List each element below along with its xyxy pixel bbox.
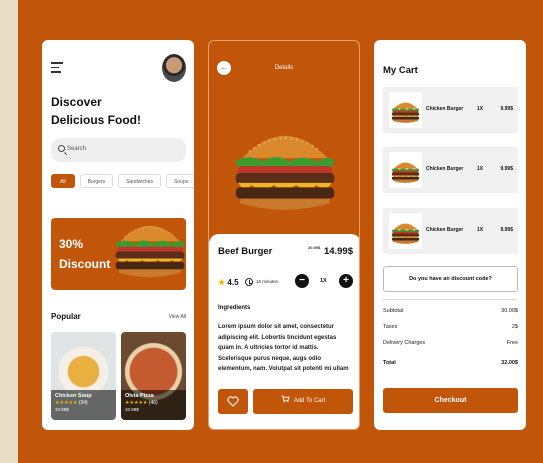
delivery-row: Delivery Charges Free bbox=[383, 340, 518, 346]
details-screen: ← Details Beef Burger 20.99$ 14.99$ ★ 4.… bbox=[208, 40, 360, 430]
star-rating: ★★★★★ (46) bbox=[125, 400, 182, 406]
view-all-link[interactable]: View All bbox=[169, 314, 186, 320]
taxes-value: 2$ bbox=[511, 324, 518, 330]
taxes-label: Taxes bbox=[383, 324, 398, 330]
rating-value: 4.5 bbox=[227, 278, 239, 287]
card-price: 10.99$ bbox=[55, 407, 69, 412]
cart-item-qty: 1X bbox=[477, 166, 484, 172]
cart-item-image bbox=[389, 152, 422, 188]
prep-time: 15 minutes bbox=[256, 279, 279, 284]
quantity-value: 1X bbox=[320, 278, 327, 284]
burger-image bbox=[234, 134, 336, 211]
hamburger-menu-icon[interactable] bbox=[51, 62, 63, 76]
chip-all[interactable]: All bbox=[51, 174, 75, 188]
heart-icon bbox=[227, 396, 239, 407]
item-price: 14.99$ bbox=[323, 246, 353, 257]
stars: ★★★★★ bbox=[55, 400, 78, 406]
increase-quantity-button[interactable]: + bbox=[339, 274, 353, 288]
search-placeholder: Search bbox=[67, 146, 87, 152]
cart-item[interactable]: Chicken Burger 1X 9.99$ bbox=[383, 87, 518, 133]
taxes-row: Taxes 2$ bbox=[383, 324, 518, 330]
star-icon: ★ bbox=[218, 278, 226, 287]
checkout-button[interactable]: Checkout bbox=[383, 388, 518, 413]
subtotal-label: Subtotal bbox=[383, 308, 404, 314]
cart-item-qty: 1X bbox=[477, 227, 484, 233]
cart-item[interactable]: Chicken Burger 1X 9.99$ bbox=[383, 208, 518, 254]
stars: ★★★★★ bbox=[125, 400, 148, 406]
delivery-label: Delivery Charges bbox=[383, 340, 426, 346]
cart-item-image bbox=[389, 213, 422, 249]
cart-icon bbox=[281, 395, 290, 403]
page-title: My Cart bbox=[383, 65, 418, 76]
card-price: 10.99$ bbox=[125, 407, 139, 412]
search-input[interactable]: Search bbox=[51, 138, 186, 162]
item-name: Beef Burger bbox=[218, 246, 273, 257]
canvas: Discover Delicious Food! Search All Burg… bbox=[18, 0, 543, 463]
discount-code-button[interactable]: Do you have an discount code? bbox=[383, 266, 518, 292]
add-to-cart-label: Add To Cart bbox=[293, 398, 326, 404]
cart-item-name: Chicken Burger bbox=[426, 106, 464, 112]
food-card-olvia-pizza[interactable]: Olvia Pizza ★★★★★ (46) 10.99$ bbox=[121, 332, 186, 420]
search-icon bbox=[58, 145, 65, 152]
headline-line-1: Discover bbox=[51, 95, 102, 109]
popular-heading: Popular bbox=[51, 312, 81, 321]
cart-item-qty: 1X bbox=[477, 106, 484, 112]
delivery-value: Free bbox=[506, 340, 518, 346]
promo-banner[interactable]: 30% Discount bbox=[51, 218, 186, 290]
card-info: Chicken Soup ★★★★★ (34) 10.99$ bbox=[51, 390, 116, 420]
rating: ★ 4.5 bbox=[218, 278, 239, 287]
home-screen: Discover Delicious Food! Search All Burg… bbox=[42, 40, 194, 430]
total-label: Total bbox=[383, 360, 396, 366]
cart-item-price: 9.99$ bbox=[500, 106, 513, 112]
category-chips: All Burgers Sandwiches Soups bbox=[51, 174, 194, 188]
burger-image bbox=[114, 224, 186, 278]
cart-item-name: Chicken Burger bbox=[426, 227, 464, 233]
promo-label: Discount bbox=[59, 257, 111, 271]
chip-sandwiches[interactable]: Sandwiches bbox=[118, 174, 162, 188]
chip-soups[interactable]: Soups bbox=[166, 174, 194, 188]
star-rating: ★★★★★ (34) bbox=[55, 400, 112, 406]
old-price: 20.99$ bbox=[308, 245, 321, 250]
promo-text: 30% Discount bbox=[59, 234, 110, 274]
total-value: 32.00$ bbox=[501, 360, 518, 366]
avatar[interactable] bbox=[162, 54, 186, 82]
food-card-chicken-soup[interactable]: Chicken Soup ★★★★★ (34) 10.99$ bbox=[51, 332, 116, 420]
page-title: Discover Delicious Food! bbox=[51, 93, 141, 129]
cart-screen: My Cart Chicken Burger 1X 9.99$ Chicken … bbox=[374, 40, 526, 430]
card-info: Olvia Pizza ★★★★★ (46) 10.99$ bbox=[121, 390, 186, 420]
details-sheet: Beef Burger 20.99$ 14.99$ ★ 4.5 15 minut… bbox=[209, 234, 359, 429]
card-title: Olvia Pizza bbox=[125, 393, 154, 399]
favorite-button[interactable] bbox=[218, 389, 248, 414]
card-title: Chicken Soup bbox=[55, 393, 92, 399]
details-title: Details bbox=[274, 65, 294, 71]
clock-icon bbox=[245, 278, 253, 286]
burger-image bbox=[391, 102, 420, 124]
cart-item-price: 9.99$ bbox=[500, 227, 513, 233]
burger-image bbox=[391, 162, 420, 184]
chip-burgers[interactable]: Burgers bbox=[79, 174, 114, 188]
cart-item[interactable]: Chicken Burger 1X 9.99$ bbox=[383, 147, 518, 193]
burger-image bbox=[391, 223, 420, 245]
cart-item-name: Chicken Burger bbox=[426, 166, 464, 172]
promo-percent: 30% bbox=[59, 237, 84, 251]
review-count: (34) bbox=[78, 400, 88, 406]
review-count: (46) bbox=[148, 400, 158, 406]
ingredients-text: Lorem ipsum dolor sit amet, consectetur … bbox=[218, 324, 349, 372]
decrease-quantity-button[interactable]: − bbox=[295, 274, 309, 288]
headline-line-2: Delicious Food! bbox=[51, 113, 141, 127]
total-row: Total 32.00$ bbox=[383, 360, 518, 366]
cart-item-price: 9.99$ bbox=[500, 166, 513, 172]
cart-item-image bbox=[389, 92, 422, 128]
subtotal-row: Subtotal 30.00$ bbox=[383, 308, 518, 314]
ingredients-heading: Ingredients bbox=[218, 305, 251, 311]
subtotal-value: 30.00$ bbox=[501, 308, 518, 314]
add-to-cart-button[interactable]: Add To Cart bbox=[253, 389, 353, 414]
divider bbox=[383, 299, 518, 300]
